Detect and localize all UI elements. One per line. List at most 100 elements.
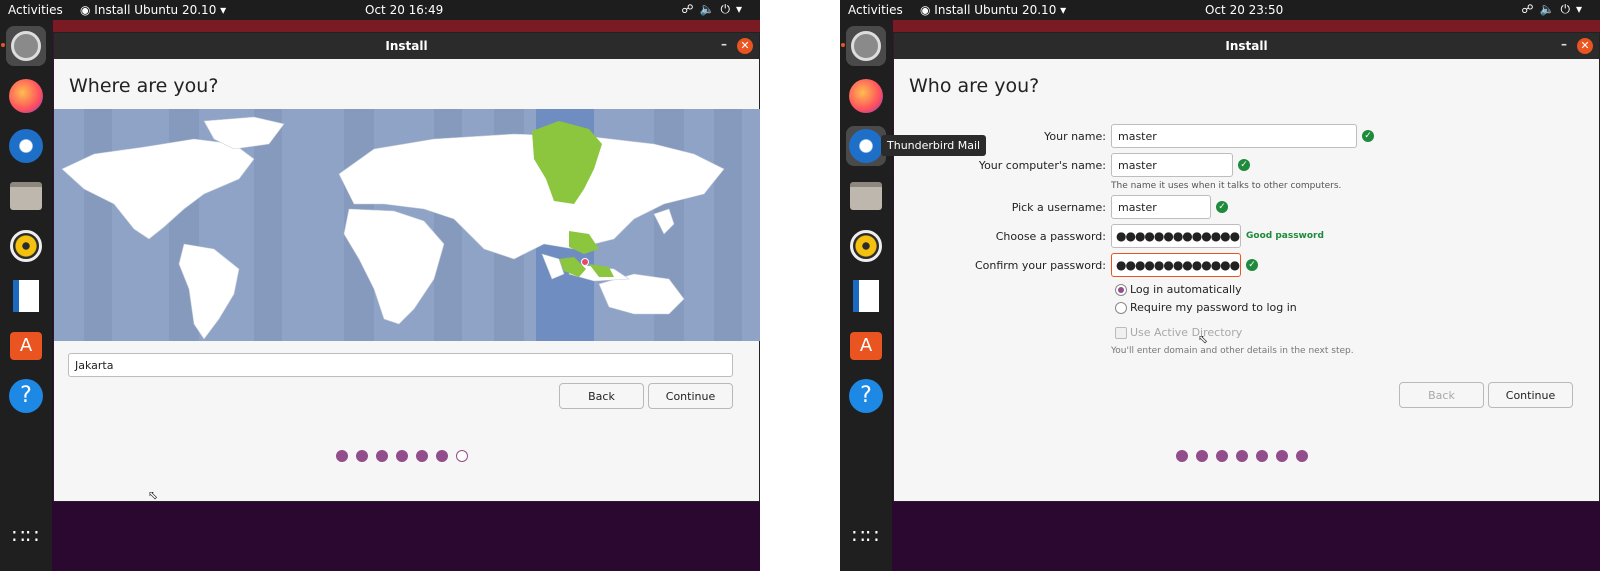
progress-dots — [1176, 450, 1308, 462]
files-icon[interactable] — [6, 176, 46, 216]
password-input[interactable]: ●●●●●●●●●●●●● — [1111, 224, 1241, 248]
top-bar: Activities ◉ Install Ubuntu 20.10 ▾ Oct … — [840, 0, 1600, 20]
clock[interactable]: Oct 20 23:50 — [1205, 3, 1283, 17]
active-directory-checkbox[interactable] — [1115, 327, 1127, 339]
app-menu-label: Install Ubuntu 20.10 ▾ — [94, 3, 227, 17]
libreoffice-writer-icon[interactable] — [846, 276, 886, 316]
progress-dot — [1276, 450, 1288, 462]
progress-dot — [356, 450, 368, 462]
progress-dot — [1236, 450, 1248, 462]
computer-name-input[interactable]: master — [1111, 153, 1233, 177]
continue-button[interactable]: Continue — [648, 383, 733, 409]
login-require-radio[interactable] — [1115, 302, 1127, 314]
password-label: Choose a password: — [995, 230, 1106, 243]
close-button[interactable]: ✕ — [737, 38, 753, 54]
progress-dots — [336, 450, 468, 462]
login-auto-label[interactable]: Log in automatically — [1130, 283, 1242, 296]
progress-dot — [1176, 450, 1188, 462]
username-input[interactable]: master — [1111, 195, 1211, 219]
system-tray[interactable]: ☍🔈⏻▾ — [681, 2, 748, 17]
timezone-map[interactable] — [54, 109, 760, 341]
progress-dot — [416, 450, 428, 462]
progress-dot — [1256, 450, 1268, 462]
progress-dot — [1216, 450, 1228, 462]
files-icon[interactable] — [846, 176, 886, 216]
back-button[interactable]: Back — [1399, 382, 1484, 408]
dock: A ? ∷∷ — [0, 20, 52, 571]
background-window-strip — [53, 20, 760, 32]
login-require-label[interactable]: Require my password to log in — [1130, 301, 1297, 314]
login-auto-radio[interactable] — [1115, 284, 1127, 296]
mouse-cursor: ⬁ — [148, 488, 159, 502]
progress-dot — [436, 450, 448, 462]
top-bar: Activities ◉ Install Ubuntu 20.10 ▾ Oct … — [0, 0, 760, 20]
volume-icon: 🔈 — [699, 2, 721, 16]
ubuntu-installer-icon[interactable] — [6, 26, 46, 66]
continue-button[interactable]: Continue — [1488, 382, 1573, 408]
name-input[interactable]: master — [1111, 124, 1357, 148]
progress-dot — [336, 450, 348, 462]
rhythmbox-icon[interactable] — [846, 226, 886, 266]
active-directory-label[interactable]: Use Active Directory — [1130, 326, 1242, 339]
valid-check-icon: ✓ — [1238, 159, 1250, 171]
valid-check-icon: ✓ — [1362, 130, 1374, 142]
app-menu[interactable]: ◉ Install Ubuntu 20.10 ▾ — [80, 3, 226, 17]
rhythmbox-icon[interactable] — [6, 226, 46, 266]
show-apps-icon[interactable]: ∷∷ — [6, 516, 46, 556]
app-menu[interactable]: ◉ Install Ubuntu 20.10 ▾ — [920, 3, 1066, 17]
mouse-cursor: ⬁ — [1198, 332, 1209, 346]
minimize-button[interactable]: – — [721, 37, 727, 51]
window-title: Install — [1225, 39, 1268, 53]
location-input[interactable]: Jakarta — [68, 353, 733, 377]
world-map — [61, 109, 742, 341]
confirm-password-input[interactable]: ●●●●●●●●●●●●● — [1111, 253, 1241, 277]
minimize-button[interactable]: – — [1561, 37, 1567, 51]
password-strength: Good password — [1246, 231, 1324, 241]
installer-window: Install – ✕ Who are you? Your name: mast… — [893, 32, 1600, 502]
computer-name-label: Your computer's name: — [978, 159, 1106, 172]
background-window-strip — [893, 20, 1600, 32]
power-icon: ⏻ — [720, 2, 736, 16]
activities-button[interactable]: Activities — [8, 3, 63, 17]
page-title: Where are you? — [69, 75, 219, 97]
show-apps-icon[interactable]: ∷∷ — [846, 516, 886, 556]
thunderbird-icon[interactable] — [846, 126, 886, 166]
progress-dot — [1296, 450, 1308, 462]
computer-name-hint: The name it uses when it talks to other … — [1111, 181, 1342, 191]
activities-button[interactable]: Activities — [848, 3, 903, 17]
title-bar[interactable]: Install – ✕ — [894, 33, 1599, 59]
dock: A ? ∷∷ — [840, 20, 892, 571]
valid-check-icon: ✓ — [1246, 259, 1258, 271]
confirm-password-label: Confirm your password: — [974, 259, 1106, 272]
libreoffice-writer-icon[interactable] — [6, 276, 46, 316]
network-icon: ☍ — [1521, 2, 1540, 16]
network-icon: ☍ — [681, 2, 700, 16]
close-button[interactable]: ✕ — [1577, 38, 1593, 54]
username-label: Pick a username: — [1011, 201, 1106, 214]
running-indicator — [841, 43, 845, 47]
help-icon[interactable]: ? — [6, 376, 46, 416]
thunderbird-icon[interactable] — [6, 126, 46, 166]
power-icon: ⏻ — [1560, 2, 1576, 16]
back-button[interactable]: Back — [559, 383, 644, 409]
clock[interactable]: Oct 20 16:49 — [365, 3, 443, 17]
firefox-icon[interactable] — [846, 76, 886, 116]
window-title: Install — [385, 39, 428, 53]
chevron-down-icon: ▾ — [735, 2, 748, 16]
software-center-icon[interactable]: A — [846, 326, 886, 366]
title-bar[interactable]: Install – ✕ — [54, 33, 759, 59]
running-indicator — [1, 43, 5, 47]
ubuntu-installer-icon[interactable] — [846, 26, 886, 66]
right-desktop: Activities ◉ Install Ubuntu 20.10 ▾ Oct … — [840, 0, 1600, 571]
page-title: Who are you? — [909, 75, 1040, 97]
system-tray[interactable]: ☍🔈⏻▾ — [1521, 2, 1588, 17]
progress-dot — [1196, 450, 1208, 462]
progress-dot — [376, 450, 388, 462]
progress-dot-current — [456, 450, 468, 462]
dock-tooltip: Thunderbird Mail — [881, 135, 987, 156]
left-desktop: Activities ◉ Install Ubuntu 20.10 ▾ Oct … — [0, 0, 760, 571]
help-icon[interactable]: ? — [846, 376, 886, 416]
chevron-down-icon: ▾ — [1575, 2, 1588, 16]
firefox-icon[interactable] — [6, 76, 46, 116]
software-center-icon[interactable]: A — [6, 326, 46, 366]
